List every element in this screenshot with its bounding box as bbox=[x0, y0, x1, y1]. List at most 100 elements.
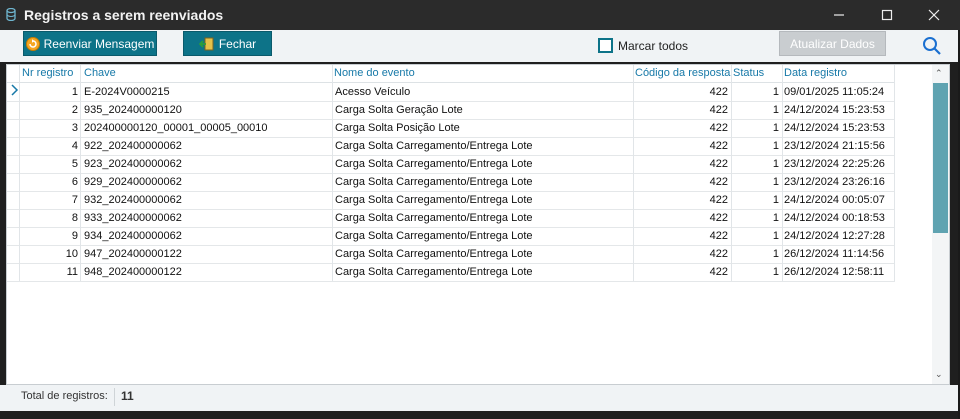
cell-data: 24/12/2024 15:23:53 bbox=[784, 122, 885, 134]
table-row[interactable]: 4 922_202400000062 Carga Solta Carregament… bbox=[7, 137, 895, 156]
column-header-evento[interactable]: Nome do evento bbox=[334, 67, 415, 79]
cell-nr: 11 bbox=[66, 266, 78, 278]
cell-chave: 934_202400000062 bbox=[84, 230, 182, 242]
cell-data: 23/12/2024 23:26:16 bbox=[784, 176, 885, 188]
cell-status: 1 bbox=[772, 212, 779, 224]
resend-message-label: Reenviar Mensagem bbox=[43, 36, 155, 51]
cell-chave: 922_202400000062 bbox=[84, 140, 182, 152]
scroll-up-icon[interactable]: ⌃ bbox=[935, 68, 943, 79]
column-divider bbox=[731, 65, 732, 281]
cell-data: 26/12/2024 12:58:11 bbox=[784, 266, 885, 278]
select-all-checkbox[interactable] bbox=[598, 38, 613, 53]
cell-evento: Carga Solta Carregamento/Entrega Lote bbox=[335, 212, 533, 224]
column-divider bbox=[19, 65, 20, 281]
table-row[interactable]: 7 932_202400000062 Carga Solta Carregament… bbox=[7, 191, 895, 210]
cell-codigo: 422 bbox=[709, 194, 728, 206]
vertical-scrollbar[interactable]: ⌃ ⌄ bbox=[932, 65, 949, 384]
cell-codigo: 422 bbox=[709, 248, 728, 260]
total-records-label: Total de registros: bbox=[21, 390, 108, 402]
cell-chave: 948_202400000122 bbox=[84, 266, 182, 278]
cell-data: 24/12/2024 00:05:07 bbox=[784, 194, 885, 206]
search-icon[interactable] bbox=[922, 36, 942, 56]
minimize-button[interactable] bbox=[816, 0, 862, 30]
select-all-toggle[interactable]: Marcar todos bbox=[598, 38, 688, 53]
cell-chave: 202400000120_00001_00005_00010 bbox=[84, 122, 268, 134]
cell-nr: 2 bbox=[71, 104, 78, 116]
cell-evento: Carga Solta Carregamento/Entrega Lote bbox=[335, 230, 533, 242]
column-header-codigo[interactable]: Código da resposta bbox=[635, 67, 730, 79]
cell-status: 1 bbox=[772, 176, 779, 188]
cell-data: 24/12/2024 15:23:53 bbox=[784, 104, 885, 116]
table-row[interactable]: 6 929_202400000062 Carga Solta Carregament… bbox=[7, 173, 895, 192]
table-row[interactable]: 11 948_202400000122 Carga Solta Carregamen… bbox=[7, 263, 895, 282]
cell-nr: 7 bbox=[71, 194, 78, 206]
cell-evento: Carga Solta Carregamento/Entrega Lote bbox=[335, 248, 533, 260]
scroll-thumb[interactable] bbox=[933, 83, 948, 233]
cell-chave: E-2024V0000215 bbox=[84, 86, 170, 98]
total-records-value: 11 bbox=[121, 389, 134, 403]
close-window-button[interactable] bbox=[911, 0, 957, 30]
cell-codigo: 422 bbox=[709, 176, 728, 188]
cell-evento: Carga Solta Carregamento/Entrega Lote bbox=[335, 194, 533, 206]
column-header-data[interactable]: Data registro bbox=[784, 67, 847, 79]
cell-codigo: 422 bbox=[709, 122, 728, 134]
column-header-nr[interactable]: Nr registro bbox=[22, 67, 73, 79]
table-row[interactable]: 8 933_202400000062 Carga Solta Carregament… bbox=[7, 209, 895, 228]
cell-status: 1 bbox=[772, 230, 779, 242]
cell-nr: 3 bbox=[71, 122, 78, 134]
close-label: Fechar bbox=[218, 36, 257, 51]
table-row[interactable]: 3 202400000120_00001_00005_00010 Carga Sol… bbox=[7, 119, 895, 138]
cell-codigo: 422 bbox=[709, 104, 728, 116]
status-footer: Total de registros: 11 bbox=[0, 385, 958, 411]
refresh-data-label: Atualizar Dados bbox=[790, 36, 875, 51]
cell-chave: 935_202400000120 bbox=[84, 104, 182, 116]
toolbar: Reenviar Mensagem Fechar Marcar todos At… bbox=[0, 30, 958, 62]
window-title: Registros a serem reenviados bbox=[24, 7, 224, 23]
cell-nr: 1 bbox=[71, 86, 78, 98]
resend-icon bbox=[25, 36, 40, 51]
cell-data: 23/12/2024 22:25:26 bbox=[784, 158, 885, 170]
cell-status: 1 bbox=[772, 122, 779, 134]
cell-nr: 6 bbox=[71, 176, 78, 188]
column-header-status[interactable]: Status bbox=[733, 67, 764, 79]
table-row[interactable]: 1 E-2024V0000215 Acesso Veículo 422 1 09/01/2… bbox=[7, 83, 895, 102]
cell-codigo: 422 bbox=[709, 266, 728, 278]
scroll-down-icon[interactable]: ⌄ bbox=[935, 369, 943, 380]
cell-status: 1 bbox=[772, 158, 779, 170]
column-divider bbox=[332, 65, 333, 281]
close-button[interactable]: Fechar bbox=[183, 31, 272, 56]
select-all-label: Marcar todos bbox=[618, 38, 689, 53]
cell-nr: 9 bbox=[71, 230, 78, 242]
maximize-icon bbox=[881, 9, 893, 21]
column-header-chave[interactable]: Chave bbox=[84, 67, 116, 79]
cell-evento: Carga Solta Carregamento/Entrega Lote bbox=[335, 158, 533, 170]
cell-data: 09/01/2025 11:05:24 bbox=[784, 86, 885, 98]
table-row[interactable]: 5 923_202400000062 Carga Solta Carregament… bbox=[7, 155, 895, 174]
cell-chave: 947_202400000122 bbox=[84, 248, 182, 260]
grid-header: Nr registro Chave Nome do evento Código … bbox=[7, 65, 895, 83]
cell-status: 1 bbox=[772, 248, 779, 260]
cell-data: 23/12/2024 21:15:56 bbox=[784, 140, 885, 152]
table-row[interactable]: 10 947_202400000122 Carga Solta Carregamen… bbox=[7, 245, 895, 264]
cell-codigo: 422 bbox=[709, 86, 728, 98]
cell-evento: Carga Solta Carregamento/Entrega Lote bbox=[335, 266, 533, 278]
database-icon bbox=[6, 8, 16, 21]
cell-data: 24/12/2024 12:27:28 bbox=[784, 230, 885, 242]
minimize-icon bbox=[834, 14, 844, 16]
cell-chave: 933_202400000062 bbox=[84, 212, 182, 224]
maximize-button[interactable] bbox=[864, 0, 910, 30]
cell-nr: 4 bbox=[71, 140, 78, 152]
cell-status: 1 bbox=[772, 104, 779, 116]
refresh-data-button[interactable]: Atualizar Dados bbox=[779, 31, 886, 56]
footer-divider bbox=[114, 388, 115, 406]
records-grid: Nr registro Chave Nome do evento Código … bbox=[6, 64, 950, 385]
column-divider bbox=[782, 65, 783, 281]
column-divider bbox=[633, 65, 634, 281]
cell-evento: Carga Solta Geração Lote bbox=[335, 104, 463, 116]
resend-message-button[interactable]: Reenviar Mensagem bbox=[23, 31, 157, 56]
table-row[interactable]: 2 935_202400000120 Carga Solta Geração Lot… bbox=[7, 101, 895, 120]
cell-nr: 8 bbox=[71, 212, 78, 224]
table-row[interactable]: 9 934_202400000062 Carga Solta Carregament… bbox=[7, 227, 895, 246]
title-bar: Registros a serem reenviados bbox=[0, 0, 960, 30]
cell-status: 1 bbox=[772, 86, 779, 98]
